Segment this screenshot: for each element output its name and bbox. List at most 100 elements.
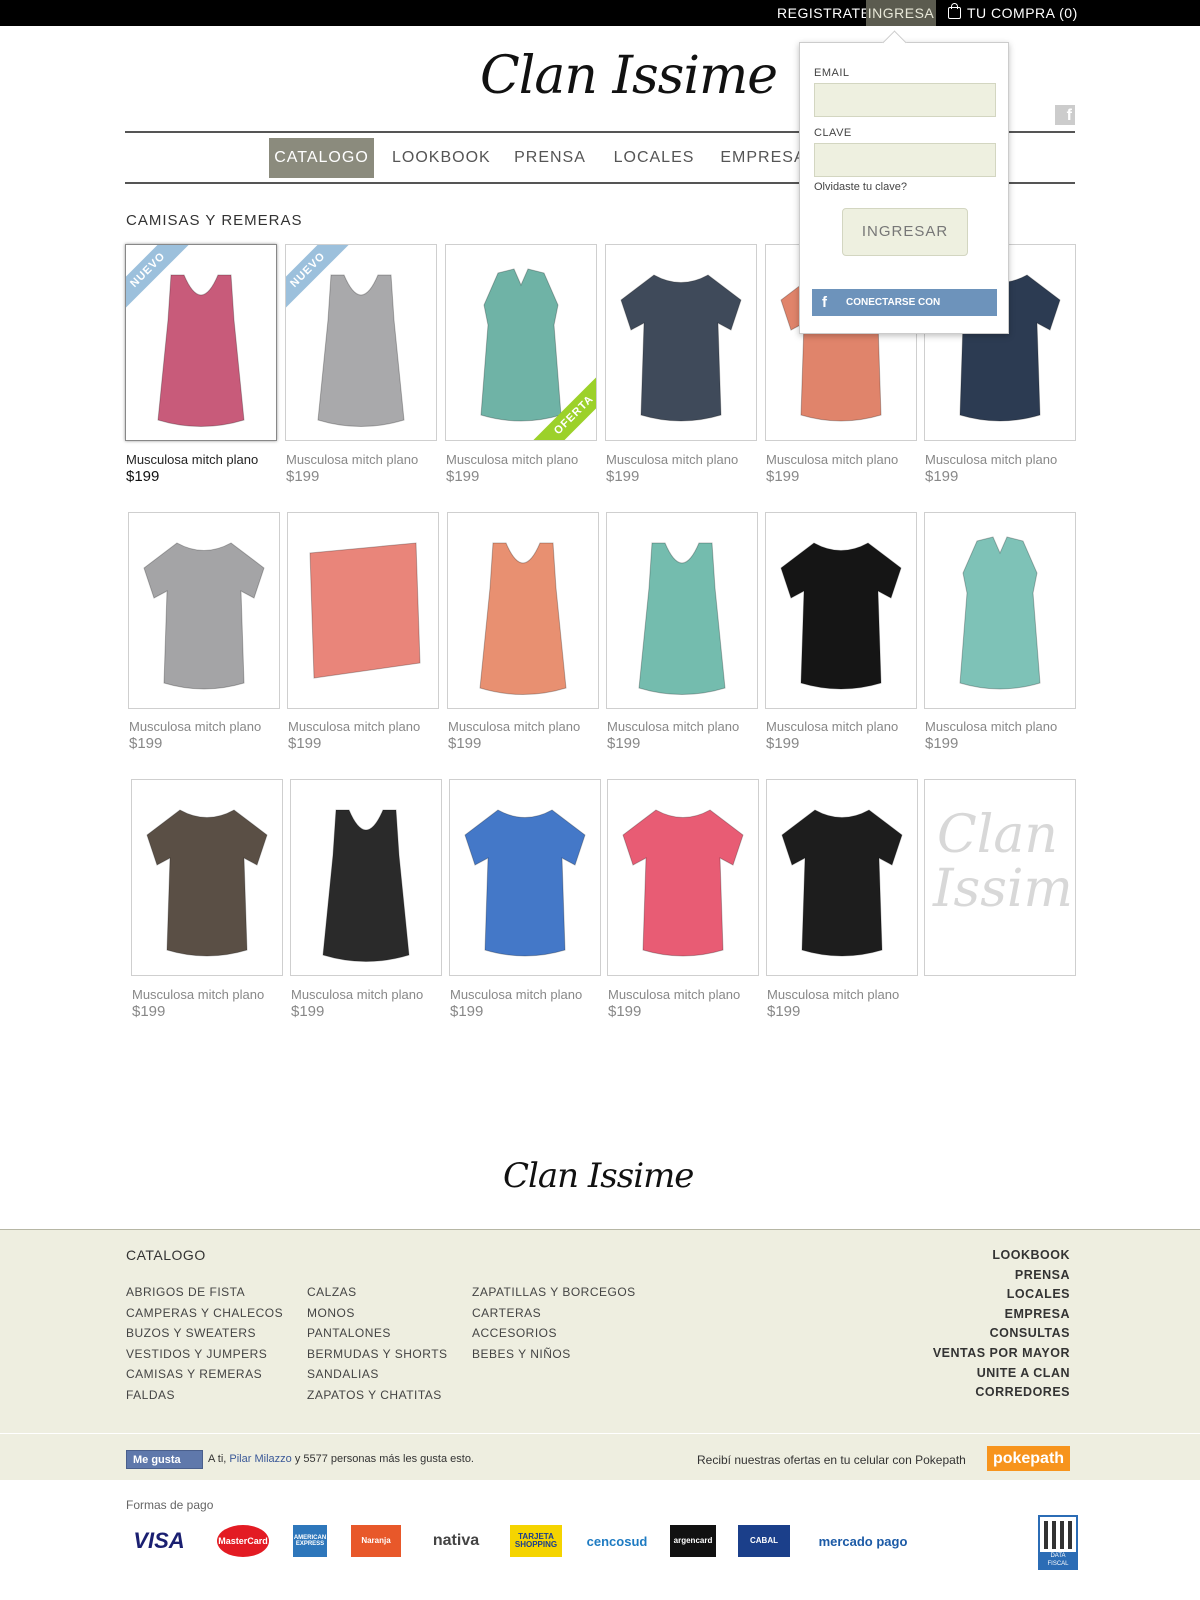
footer-category-link[interactable]: PANTALONES [307, 1326, 391, 1340]
register-link[interactable]: REGISTRATE [777, 0, 870, 26]
nav-lookbook[interactable]: LOOKBOOK [392, 138, 490, 178]
payment-logo: nativa [432, 1532, 480, 1549]
payment-methods-label: Formas de pago [126, 1498, 214, 1512]
top-bar: REGISTRATE INGRESA TU COMPRA (0) [0, 0, 1200, 26]
login-link[interactable]: INGRESA [866, 0, 936, 26]
footer-category-link[interactable]: VESTIDOS Y JUMPERS [126, 1347, 267, 1361]
product-name[interactable]: Musculosa mitch plano [608, 987, 740, 1002]
like-prefix: A ti, [208, 1453, 227, 1465]
nav-locales[interactable]: LOCALES [612, 138, 696, 178]
footer-logo[interactable]: Clan Issime [503, 1156, 694, 1196]
data-fiscal-qr[interactable]: DATA FISCAL [1038, 1515, 1078, 1570]
footer-category-link[interactable]: ZAPATILLAS Y BORCEGOS [472, 1285, 636, 1299]
footer-category-link[interactable]: CAMPERAS Y CHALECOS [126, 1306, 283, 1320]
cart-link[interactable]: TU COMPRA (0) [948, 0, 1078, 26]
nav-catalogo[interactable]: CATALOGO [269, 138, 374, 178]
product-name[interactable]: Musculosa mitch plano [925, 719, 1057, 734]
footer-right-link[interactable]: UNITE A CLAN [977, 1366, 1070, 1380]
garment-image [622, 809, 744, 957]
product-name[interactable]: Musculosa mitch plano [450, 987, 582, 1002]
footer-right-link[interactable]: CORREDORES [975, 1385, 1070, 1399]
garment-image [959, 536, 1041, 690]
facebook-connect-button[interactable]: f CONECTARSE CON FACEBOOK [812, 289, 997, 335]
product-name[interactable]: Musculosa mitch plano [448, 719, 580, 734]
product-name[interactable]: Musculosa mitch plano [766, 452, 898, 467]
product-card[interactable] [290, 779, 442, 976]
password-field[interactable] [814, 143, 996, 177]
product-card[interactable] [766, 779, 918, 976]
product-name[interactable]: Musculosa mitch plano [288, 719, 420, 734]
payment-logo: CABAL [738, 1525, 790, 1557]
product-name[interactable]: Musculosa mitch plano [925, 452, 1057, 467]
product-card[interactable] [128, 512, 280, 709]
garment-image [479, 542, 567, 695]
product-card[interactable] [765, 512, 917, 709]
product-name[interactable]: Musculosa mitch plano [291, 987, 423, 1002]
footer-category-link[interactable]: MONOS [307, 1306, 355, 1320]
product-price: $199 [448, 735, 482, 752]
product-price: $199 [608, 1003, 642, 1020]
product-price: $199 [766, 735, 800, 752]
product-name[interactable]: Musculosa mitch plano [286, 452, 418, 467]
footer-right-link[interactable]: LOCALES [1007, 1287, 1070, 1301]
facebook-icon[interactable]: f [1055, 105, 1075, 125]
footer-category-link[interactable]: CAMISAS Y REMERAS [126, 1367, 262, 1381]
site-logo[interactable]: Clan Issime [480, 46, 778, 106]
footer-category-link[interactable]: ZAPATOS Y CHATITAS [307, 1388, 442, 1402]
product-card[interactable] [605, 244, 757, 441]
payment-logo: Naranja [351, 1525, 401, 1557]
footer-catalog-title: CATALOGO [126, 1247, 206, 1263]
nav-prensa[interactable]: PRENSA [510, 138, 590, 178]
payment-logo: MasterCard [217, 1525, 269, 1557]
placeholder-logo: Clan Issime [933, 805, 1075, 916]
facebook-like-button[interactable]: Me gusta [126, 1450, 203, 1469]
product-card[interactable] [924, 512, 1076, 709]
product-card[interactable] [606, 512, 758, 709]
footer-right-link[interactable]: PRENSA [1015, 1268, 1070, 1282]
footer-category-link[interactable]: ACCESORIOS [472, 1326, 557, 1340]
product-name[interactable]: Musculosa mitch plano [446, 452, 578, 467]
login-submit-button[interactable]: INGRESAR [842, 208, 968, 256]
nav-empresa[interactable]: EMPRESA [718, 138, 808, 178]
footer-right-link[interactable]: EMPRESA [1005, 1307, 1070, 1321]
pokepath-logo[interactable]: pokepath [987, 1446, 1070, 1471]
footer-category-link[interactable]: SANDALIAS [307, 1367, 379, 1381]
footer-category-link[interactable]: CALZAS [307, 1285, 357, 1299]
product-card[interactable] [607, 779, 759, 976]
footer-category-link[interactable]: BUZOS Y SWEATERS [126, 1326, 256, 1340]
footer-category-link[interactable]: ABRIGOS DE FISTA [126, 1285, 245, 1299]
footer-category-link[interactable]: BEBES Y NIÑOS [472, 1347, 571, 1361]
like-user-link[interactable]: Pilar Milazzo [229, 1453, 291, 1465]
garment-image [620, 274, 742, 422]
product-name[interactable]: Musculosa mitch plano [126, 452, 258, 467]
footer-category-link[interactable]: BERMUDAS Y SHORTS [307, 1347, 448, 1361]
product-price: $199 [291, 1003, 325, 1020]
footer-right-link[interactable]: CONSULTAS [990, 1326, 1070, 1340]
product-name[interactable]: Musculosa mitch plano [606, 452, 738, 467]
placeholder-logo-line-1: Clan [937, 805, 1058, 865]
footer-category-link[interactable]: CARTERAS [472, 1306, 541, 1320]
product-card[interactable]: NUEVO [285, 244, 437, 441]
product-name[interactable]: Musculosa mitch plano [766, 719, 898, 734]
qr-label: DATA FISCAL [1040, 1552, 1076, 1568]
product-card[interactable] [131, 779, 283, 976]
product-name[interactable]: Musculosa mitch plano [767, 987, 899, 1002]
forgot-password-link[interactable]: Olvidaste tu clave? [814, 181, 907, 193]
product-price: $199 [766, 468, 800, 485]
product-name[interactable]: Musculosa mitch plano [129, 719, 261, 734]
product-card[interactable] [287, 512, 439, 709]
section-title: CAMISAS Y REMERAS [126, 212, 303, 229]
footer-right-link[interactable]: LOOKBOOK [992, 1248, 1070, 1262]
product-card[interactable] [449, 779, 601, 976]
product-name[interactable]: Musculosa mitch plano [607, 719, 739, 734]
product-card[interactable] [447, 512, 599, 709]
payment-logo: cencosud [586, 1533, 648, 1549]
product-card[interactable]: NUEVO [125, 244, 277, 441]
product-name[interactable]: Musculosa mitch plano [132, 987, 264, 1002]
email-field[interactable] [814, 83, 996, 117]
placeholder-logo-line-2: Issime [933, 859, 1075, 919]
like-text: A ti, Pilar Milazzo y 5577 personas más … [208, 1453, 474, 1465]
footer-category-link[interactable]: FALDAS [126, 1388, 175, 1402]
footer-right-link[interactable]: VENTAS POR MAYOR [933, 1346, 1070, 1360]
product-card[interactable]: OFERTA [445, 244, 597, 441]
